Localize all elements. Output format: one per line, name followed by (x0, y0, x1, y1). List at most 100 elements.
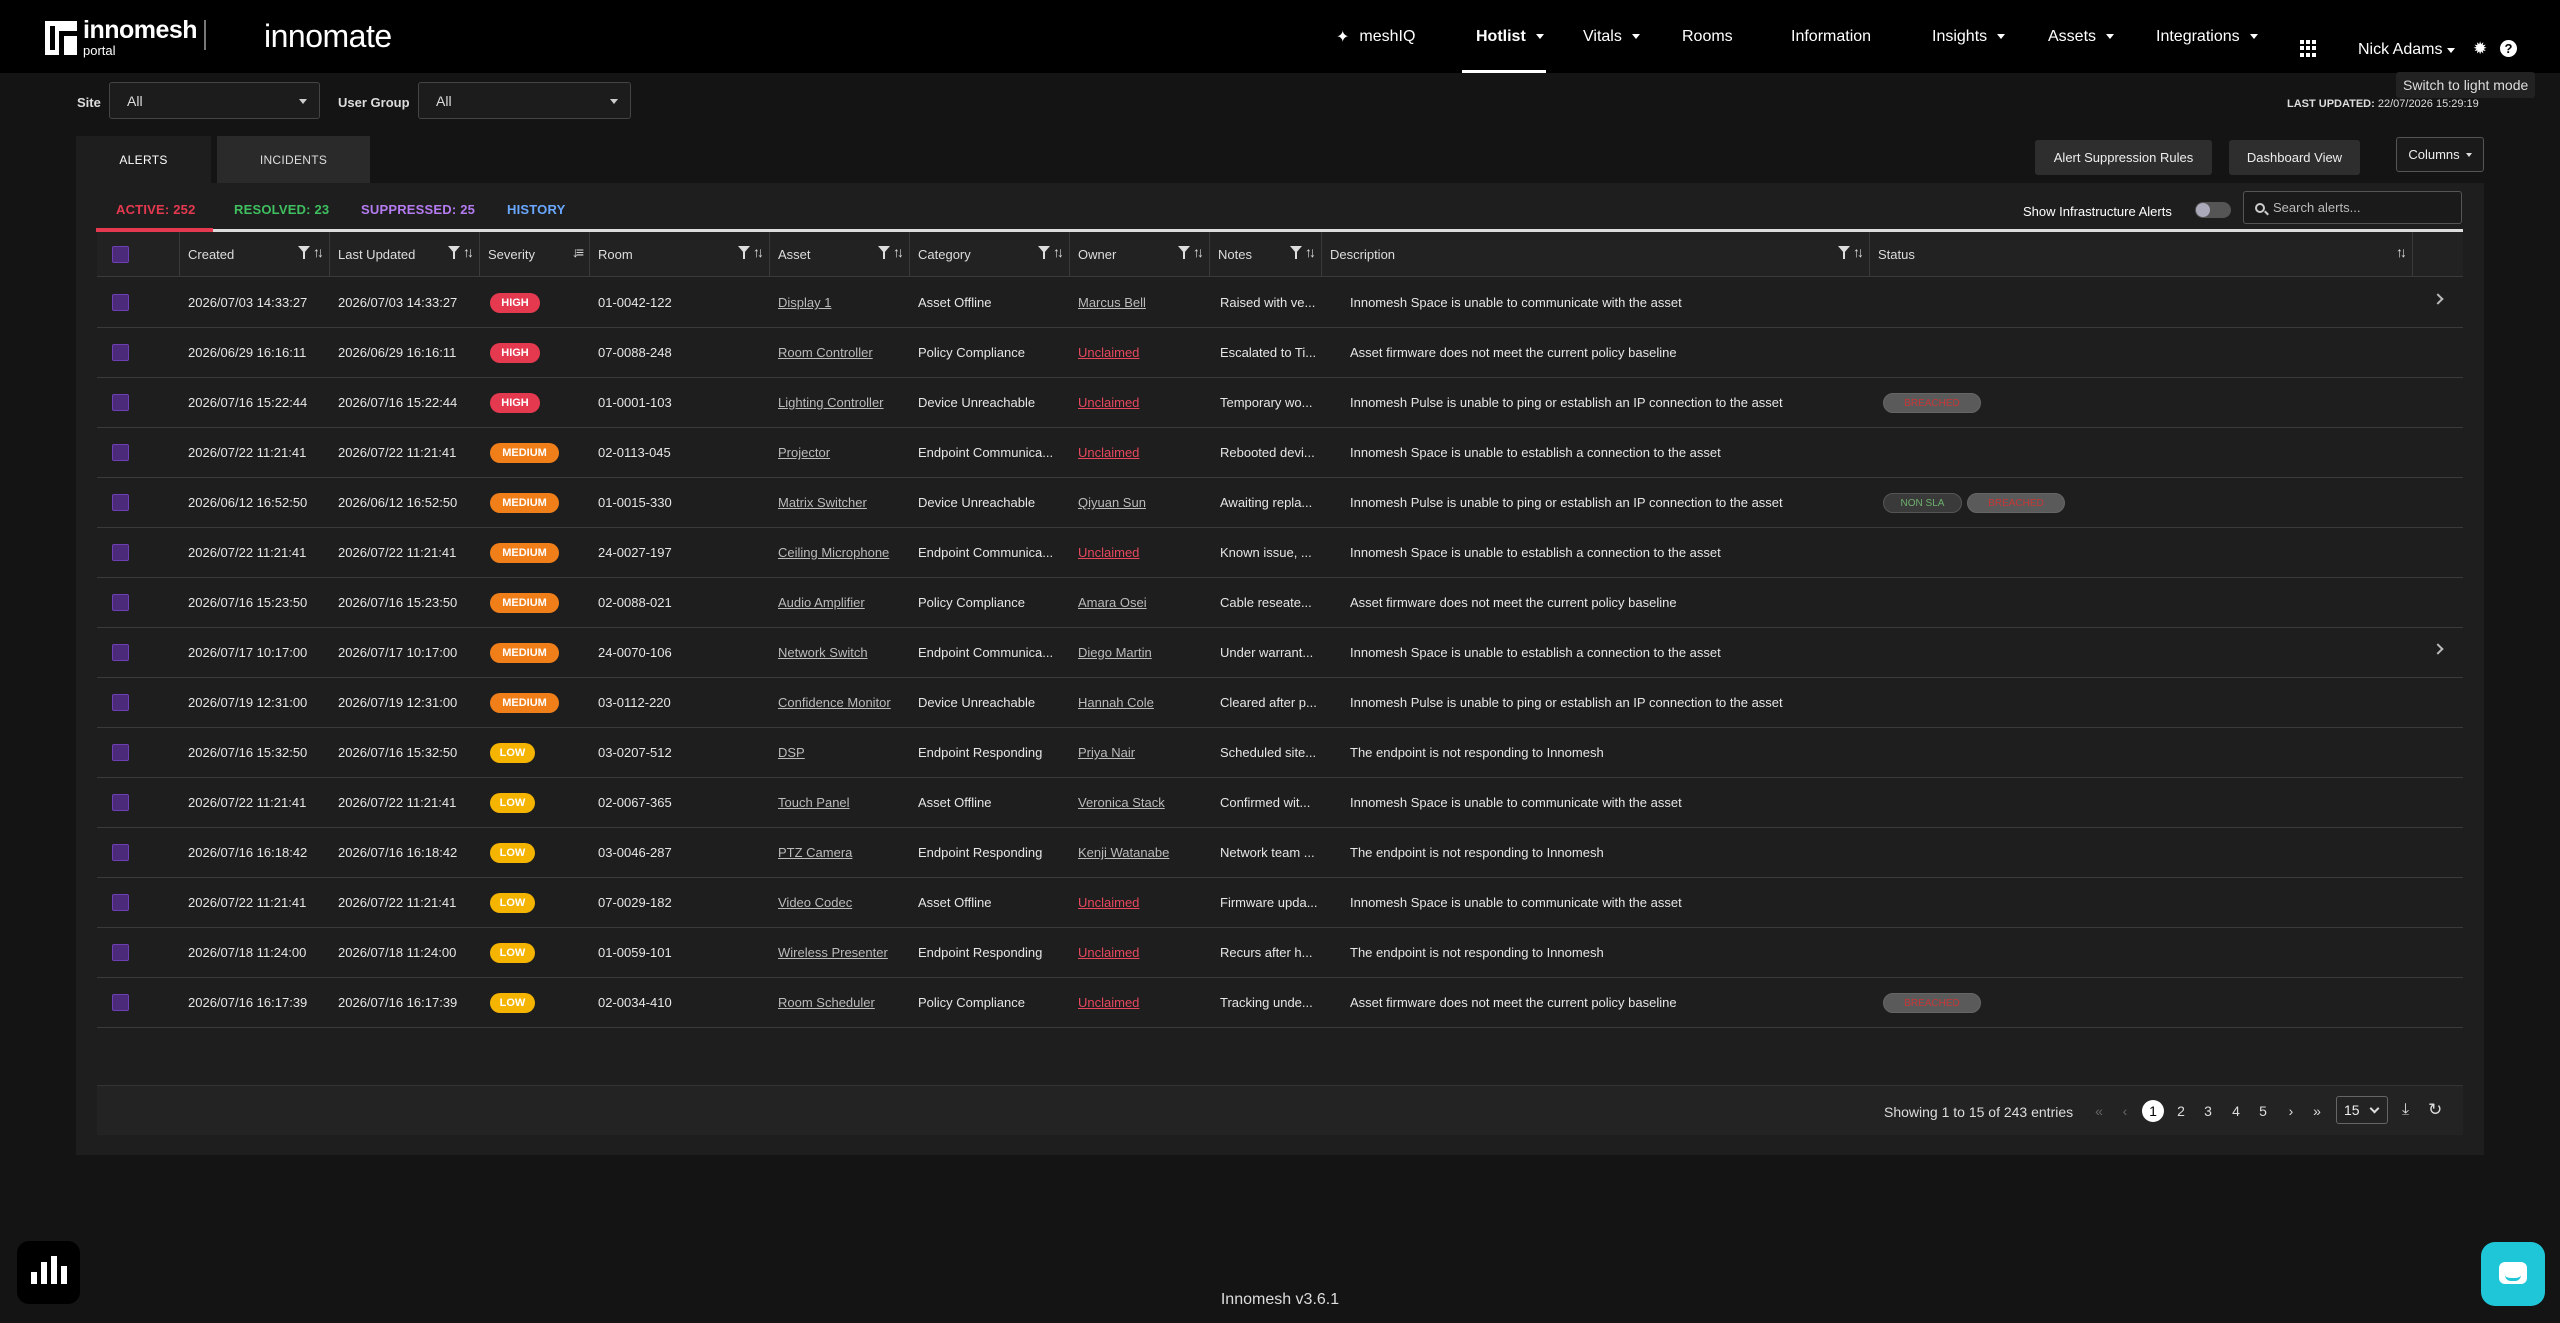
header-status[interactable]: Status ↑↓ (1870, 232, 2413, 277)
table-row[interactable]: 2026/07/22 11:21:41 2026/07/22 11:21:41 02… (97, 428, 2463, 478)
cell-asset[interactable]: Touch Panel (778, 778, 903, 827)
row-checkbox[interactable] (112, 594, 129, 611)
subtab-suppressed[interactable]: SUPPRESSED: 25 (361, 202, 475, 217)
last-page-icon[interactable]: » (2306, 1100, 2328, 1122)
cell-asset[interactable]: PTZ Camera (778, 828, 903, 877)
table-row[interactable]: 2026/07/22 11:21:41 2026/07/22 11:21:41 24… (97, 528, 2463, 578)
dashboard-view-button[interactable]: Dashboard View (2229, 140, 2360, 175)
row-checkbox[interactable] (112, 694, 129, 711)
nav-insights[interactable]: Insights (1932, 0, 2006, 73)
sort-icon[interactable]: ↑↓ (1053, 245, 1064, 259)
filter-icon[interactable] (1178, 246, 1190, 259)
filter-icon[interactable] (1038, 246, 1050, 259)
expand-row-icon[interactable] (2432, 643, 2444, 655)
nav-hotlist[interactable]: Hotlist (1462, 0, 1546, 73)
cell-asset[interactable]: Video Codec (778, 878, 903, 927)
filter-icon[interactable] (1838, 246, 1850, 259)
table-row[interactable]: 2026/07/22 11:21:41 2026/07/22 11:21:41 02… (97, 778, 2463, 828)
table-row[interactable]: 2026/07/22 11:21:41 2026/07/22 11:21:41 07… (97, 878, 2463, 928)
header-asset[interactable]: Asset ↑↓ (770, 232, 910, 277)
row-checkbox[interactable] (112, 844, 129, 861)
cell-owner[interactable]: Diego Martin (1078, 628, 1206, 677)
cell-asset[interactable]: Network Switch (778, 628, 903, 677)
subtab-active[interactable]: ACTIVE: 252 (116, 202, 196, 217)
subtab-resolved[interactable]: RESOLVED: 23 (234, 202, 329, 217)
sort-descending-icon[interactable]: ↓≡ (572, 245, 584, 259)
cell-owner[interactable]: Unclaimed (1078, 928, 1206, 977)
cell-owner[interactable]: Unclaimed (1078, 328, 1206, 377)
first-page-icon[interactable]: « (2088, 1100, 2110, 1122)
header-owner[interactable]: Owner ↑↓ (1070, 232, 1210, 277)
app-grid-icon[interactable] (2300, 40, 2317, 57)
row-checkbox[interactable] (112, 794, 129, 811)
cell-asset[interactable]: Ceiling Microphone (778, 528, 903, 577)
filter-icon[interactable] (1290, 246, 1302, 259)
sort-icon[interactable]: ↑↓ (2396, 245, 2407, 259)
filter-icon[interactable] (878, 246, 890, 259)
sort-icon[interactable]: ↑↓ (1305, 245, 1316, 259)
user-group-select[interactable]: All (418, 82, 631, 119)
help-icon[interactable]: ? (2500, 40, 2517, 57)
row-checkbox[interactable] (112, 994, 129, 1011)
site-select[interactable]: All (109, 82, 320, 119)
columns-button[interactable]: Columns (2396, 137, 2484, 172)
row-checkbox[interactable] (112, 394, 129, 411)
page-size-select[interactable]: 15 (2336, 1096, 2388, 1124)
header-severity[interactable]: Severity ↓≡ (480, 232, 590, 277)
cell-owner[interactable]: Unclaimed (1078, 978, 1206, 1027)
cell-asset[interactable]: Projector (778, 428, 903, 477)
row-checkbox[interactable] (112, 644, 129, 661)
table-row[interactable]: 2026/07/16 16:17:39 2026/07/16 16:17:39 02… (97, 978, 2463, 1028)
cell-owner[interactable]: Unclaimed (1078, 378, 1206, 427)
cell-asset[interactable]: DSP (778, 728, 903, 777)
cell-owner[interactable]: Kenji Watanabe (1078, 828, 1206, 877)
cell-owner[interactable]: Unclaimed (1078, 878, 1206, 927)
subtab-history[interactable]: HISTORY (507, 202, 565, 217)
filter-icon[interactable] (448, 246, 460, 259)
row-checkbox[interactable] (112, 494, 129, 511)
table-row[interactable]: 2026/07/18 11:24:00 2026/07/18 11:24:00 01… (97, 928, 2463, 978)
header-notes[interactable]: Notes ↑↓ (1210, 232, 1322, 277)
nav-assets[interactable]: Assets (2048, 0, 2115, 73)
sort-icon[interactable]: ↑↓ (1193, 245, 1204, 259)
table-row[interactable]: 2026/07/16 15:23:50 2026/07/16 15:23:50 02… (97, 578, 2463, 628)
cell-asset[interactable]: Confidence Monitor (778, 678, 903, 727)
nav-integrations[interactable]: Integrations (2156, 0, 2258, 73)
cell-asset[interactable]: Matrix Switcher (778, 478, 903, 527)
innomesh-logo[interactable]: innomesh portal (45, 18, 198, 57)
search-input[interactable] (2273, 200, 2453, 215)
page-3[interactable]: 3 (2197, 1100, 2219, 1122)
table-row[interactable]: 2026/07/19 12:31:00 2026/07/19 12:31:00 03… (97, 678, 2463, 728)
cell-owner[interactable]: Veronica Stack (1078, 778, 1206, 827)
table-row[interactable]: 2026/06/12 16:52:50 2026/06/12 16:52:50 01… (97, 478, 2463, 528)
theme-toggle-icon[interactable]: ✹ (2473, 40, 2489, 57)
row-checkbox[interactable] (112, 944, 129, 961)
cell-asset[interactable]: Wireless Presenter (778, 928, 903, 977)
tab-alerts[interactable]: ALERTS (76, 136, 211, 183)
cell-owner[interactable]: Qiyuan Sun (1078, 478, 1206, 527)
nav-rooms[interactable]: Rooms (1682, 0, 1733, 73)
cell-owner[interactable]: Marcus Bell (1078, 278, 1206, 327)
sort-icon[interactable]: ↑↓ (893, 245, 904, 259)
header-description[interactable]: Description ↑↓ (1322, 232, 1870, 277)
sort-icon[interactable]: ↑↓ (753, 245, 764, 259)
page-5[interactable]: 5 (2252, 1100, 2274, 1122)
refresh-icon[interactable]: ↻ (2428, 1100, 2442, 1120)
user-menu[interactable]: Nick Adams (2358, 41, 2456, 59)
header-room[interactable]: Room ↑↓ (590, 232, 770, 277)
prev-page-icon[interactable]: ‹ (2114, 1100, 2136, 1122)
table-row[interactable]: 2026/07/17 10:17:00 2026/07/17 10:17:00 24… (97, 628, 2463, 678)
chat-support-icon[interactable] (2481, 1242, 2545, 1306)
cell-asset[interactable]: Audio Amplifier (778, 578, 903, 627)
header-created[interactable]: Created ↑↓ (180, 232, 330, 277)
header-last-updated[interactable]: Last Updated ↑↓ (330, 232, 480, 277)
cell-asset[interactable]: Display 1 (778, 278, 903, 327)
table-row[interactable]: 2026/06/29 16:16:11 2026/06/29 16:16:11 07… (97, 328, 2463, 378)
alert-suppression-rules-button[interactable]: Alert Suppression Rules (2035, 140, 2212, 175)
row-checkbox[interactable] (112, 444, 129, 461)
row-checkbox[interactable] (112, 294, 129, 311)
table-row[interactable]: 2026/07/03 14:33:27 2026/07/03 14:33:27 01… (97, 278, 2463, 328)
cell-owner[interactable]: Hannah Cole (1078, 678, 1206, 727)
cell-owner[interactable]: Unclaimed (1078, 428, 1206, 477)
page-4[interactable]: 4 (2225, 1100, 2247, 1122)
